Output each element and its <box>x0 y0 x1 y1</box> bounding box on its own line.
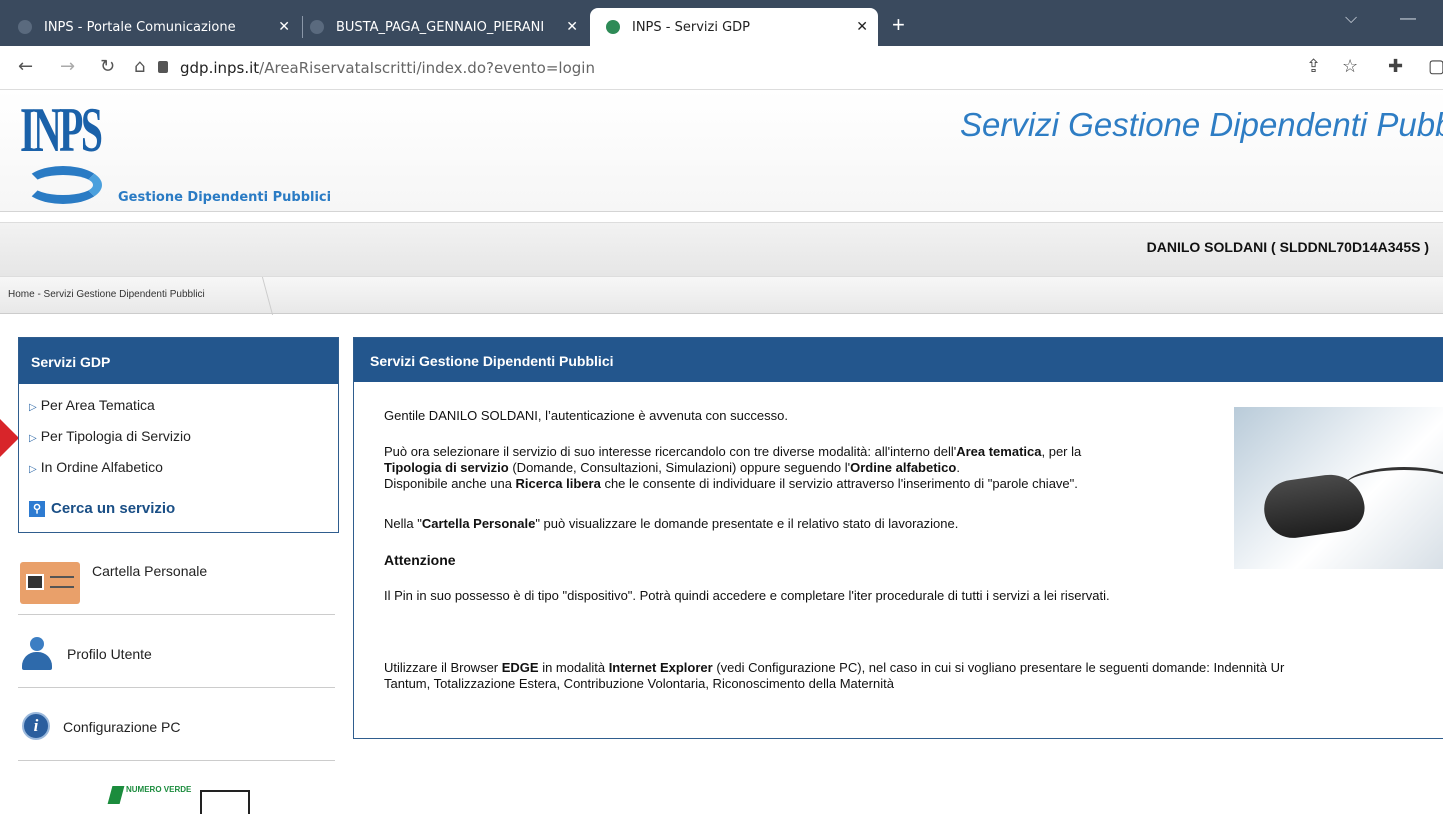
sidebar-item-cartella-personale[interactable]: Cartella Personale <box>18 542 335 615</box>
link-ordine-alfabetico[interactable]: ▷ In Ordine Alfabetico <box>29 459 163 475</box>
numero-verde-label: NUMERO VERDE <box>126 785 192 794</box>
tab-inps-portale[interactable]: INPS - Portale Comunicazione ✕ <box>18 8 300 46</box>
browser-notice: Utilizzare il Browser EDGE in modalità I… <box>384 660 1285 691</box>
tab-label: BUSTA_PAGA_GENNAIO_PIERANI <box>336 19 545 35</box>
tipologia-text: Tipologia di servizio <box>384 460 509 475</box>
url-path: /AreaRiservataIscritti/index.do?evento=l… <box>259 59 595 77</box>
services-box-title: Servizi GDP <box>19 338 338 384</box>
new-tab-icon[interactable]: + <box>892 12 905 38</box>
extensions-icon[interactable]: ✚ <box>1388 56 1403 77</box>
minimize-icon[interactable]: — <box>1400 10 1416 28</box>
edge-text: EDGE <box>501 660 539 675</box>
sidebar-item-configurazione-pc[interactable]: i Configurazione PC <box>18 688 335 761</box>
share-icon[interactable]: ⇪ <box>1306 56 1321 77</box>
link-label: In Ordine Alfabetico <box>40 459 163 475</box>
folder-icon <box>20 562 80 604</box>
url-domain: gdp.inps.it <box>180 59 260 77</box>
inps-favicon-icon <box>606 20 620 34</box>
breadcrumb-separator <box>252 277 274 315</box>
numero-verde-mark <box>107 786 125 804</box>
sidebar-item-profilo-utente[interactable]: Profilo Utente <box>18 615 335 688</box>
services-box: Servizi GDP ▷ Per Area Tematica ▷ Per Tipo… <box>18 337 339 533</box>
home-icon[interactable]: ⌂ <box>134 56 145 77</box>
user-icon <box>22 637 52 671</box>
main-panel: Servizi Gestione Dipendenti Pubblici Gen… <box>353 337 1443 739</box>
attention-title: Attenzione <box>384 552 456 568</box>
attention-text: Il Pin in suo possesso è di tipo "dispos… <box>384 588 1110 603</box>
sidepanel-icon[interactable]: ▢ <box>1428 56 1443 77</box>
logo-subtitle: Gestione Dipendenti Pubblici <box>118 190 332 205</box>
ricerca-libera-text: Ricerca libera <box>515 476 601 491</box>
tab-inps-gdp[interactable]: INPS - Servizi GDP ✕ <box>590 8 878 46</box>
mouse-photo <box>1234 407 1443 569</box>
reload-icon[interactable]: ↻ <box>100 56 115 77</box>
logo-swirl-icon <box>24 166 102 204</box>
search-service-link[interactable]: ⚲ Cerca un servizio <box>29 500 175 517</box>
triangle-right-icon: ▷ <box>29 402 37 413</box>
lock-icon[interactable] <box>158 61 168 73</box>
browser-tab-bar: INPS - Portale Comunicazione ✕ BUSTA_PAG… <box>0 0 1443 46</box>
red-arrow-icon <box>0 419 19 457</box>
user-bar: DANILO SOLDANI ( SLDDNL70D14A345S ) <box>0 222 1443 276</box>
breadcrumb-item[interactable]: Home - Servizi Gestione Dipendenti Pubbl… <box>8 289 205 300</box>
user-name: DANILO SOLDANI ( SLDDNL70D14A345S ) <box>1146 239 1429 255</box>
main-panel-title: Servizi Gestione Dipendenti Pubblici <box>354 338 1443 382</box>
tab-divider <box>302 16 303 38</box>
close-icon[interactable]: ✕ <box>278 19 290 35</box>
info-icon: i <box>22 712 50 740</box>
star-icon[interactable]: ☆ <box>1342 56 1358 77</box>
link-label: Per Tipologia di Servizio <box>40 428 191 444</box>
triangle-right-icon: ▷ <box>29 464 37 475</box>
search-icon: ⚲ <box>29 500 45 517</box>
address-bar: ← → ↻ ⌂ gdp.inps.it/AreaRiservataIscritt… <box>0 46 1443 90</box>
link-tipologia-servizio[interactable]: ▷ Per Tipologia di Servizio <box>29 428 191 444</box>
greeting-text: Gentile DANILO SOLDANI, l’autenticazione… <box>384 408 788 423</box>
site-title: Servizi Gestione Dipendenti Pubb <box>960 106 1443 143</box>
breadcrumb: Home - Servizi Gestione Dipendenti Pubbl… <box>0 276 1443 315</box>
close-icon[interactable]: ✕ <box>566 19 578 35</box>
tab-label: INPS - Servizi GDP <box>632 19 750 35</box>
search-link-label: Cerca un servizio <box>51 500 176 517</box>
tab-busta-paga[interactable]: BUSTA_PAGA_GENNAIO_PIERANI ✕ <box>310 8 588 46</box>
cartella-paragraph: Nella "Cartella Personale" può visualizz… <box>384 516 959 531</box>
numero-verde-logo[interactable]: NUMERO VERDE <box>107 782 250 814</box>
sidebar-item-label: Profilo Utente <box>67 646 152 662</box>
intro-paragraph: Può ora selezionare il servizio di suo i… <box>384 444 1082 491</box>
area-tematica-text: Area tematica <box>956 444 1042 459</box>
tab-label: INPS - Portale Comunicazione <box>44 19 236 35</box>
chevron-down-icon[interactable]: ⌵ <box>1345 10 1357 28</box>
ordine-text: Ordine alfabetico <box>850 460 957 475</box>
forward-arrow-icon[interactable]: → <box>60 56 75 77</box>
globe-icon <box>310 20 324 34</box>
globe-icon <box>18 20 32 34</box>
close-icon[interactable]: ✕ <box>856 19 868 35</box>
inps-logo[interactable]: INPS <box>20 98 103 162</box>
sidebar-item-label: Configurazione PC <box>63 719 181 735</box>
sidebar-item-label: Cartella Personale <box>92 563 208 579</box>
cartella-text: Cartella Personale <box>421 516 536 531</box>
link-area-tematica[interactable]: ▷ Per Area Tematica <box>29 397 155 413</box>
link-label: Per Area Tematica <box>40 397 155 413</box>
ie-text: Internet Explorer <box>608 660 713 675</box>
url-field[interactable]: gdp.inps.it/AreaRiservataIscritti/index.… <box>180 59 595 77</box>
triangle-right-icon: ▷ <box>29 433 37 444</box>
numero-verde-frame <box>200 790 250 814</box>
back-arrow-icon[interactable]: ← <box>18 56 33 77</box>
